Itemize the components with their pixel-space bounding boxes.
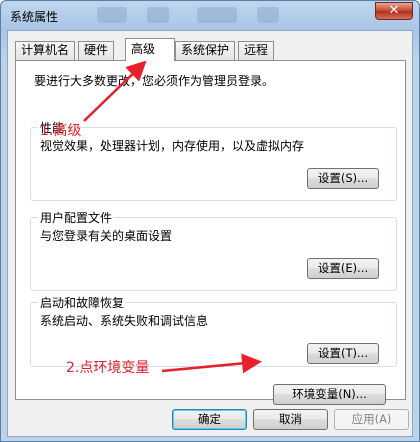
tab-remote[interactable]: 远程 [238,41,275,60]
title-bar[interactable]: 系统属性 ✕ [1,1,419,29]
tab-hardware[interactable]: 硬件 [78,41,115,60]
system-properties-window: 系统属性 ✕ 计算机名 硬件 高级 系统保护 远程 要进行大多数更改，您必须作为… [0,0,420,442]
tab-system-protection[interactable]: 系统保护 [175,41,236,60]
window-title: 系统属性 [10,10,59,24]
performance-group: 性能 视觉效果，处理器计划，内存使用，以及虚拟内存 设置(S)... [30,119,397,201]
close-button[interactable]: ✕ [375,2,413,20]
tab-computer-name[interactable]: 计算机名 [15,41,76,60]
user-profiles-settings-button[interactable]: 设置(E)... [307,258,379,279]
startup-recovery-settings-button[interactable]: 设置(T)... [307,343,379,364]
tab-advanced[interactable]: 高级 [125,38,175,61]
cancel-button[interactable]: 取消 [253,409,328,430]
performance-settings-button[interactable]: 设置(S)... [307,168,379,189]
blurred-region [147,7,169,23]
blurred-region [197,7,237,23]
annotation-step2: 2.点环境变量 [66,360,150,376]
user-profiles-desc: 与您登录有关的桌面设置 [40,229,173,243]
blurred-region [97,7,127,23]
ok-button[interactable]: 确定 [172,409,247,430]
environment-variables-button[interactable]: 环境变量(N)... [273,384,386,405]
advanced-tab-panel: 要进行大多数更改，您必须作为管理员登录。 性能 视觉效果，处理器计划，内存使用，… [15,60,406,405]
user-profiles-title: 用户配置文件 [38,209,115,226]
apply-button[interactable]: 应用(A) [334,409,409,430]
close-icon: ✕ [388,3,400,18]
startup-recovery-title: 启动和故障恢复 [38,294,127,311]
startup-recovery-desc: 系统启动、系统失败和调试信息 [40,314,209,328]
blurred-region [257,7,279,23]
annotation-step1: 1.高级 [40,123,82,139]
admin-note: 要进行大多数更改，您必须作为管理员登录。 [34,74,275,88]
user-profiles-group: 用户配置文件 与您登录有关的桌面设置 设置(E)... [30,209,397,291]
